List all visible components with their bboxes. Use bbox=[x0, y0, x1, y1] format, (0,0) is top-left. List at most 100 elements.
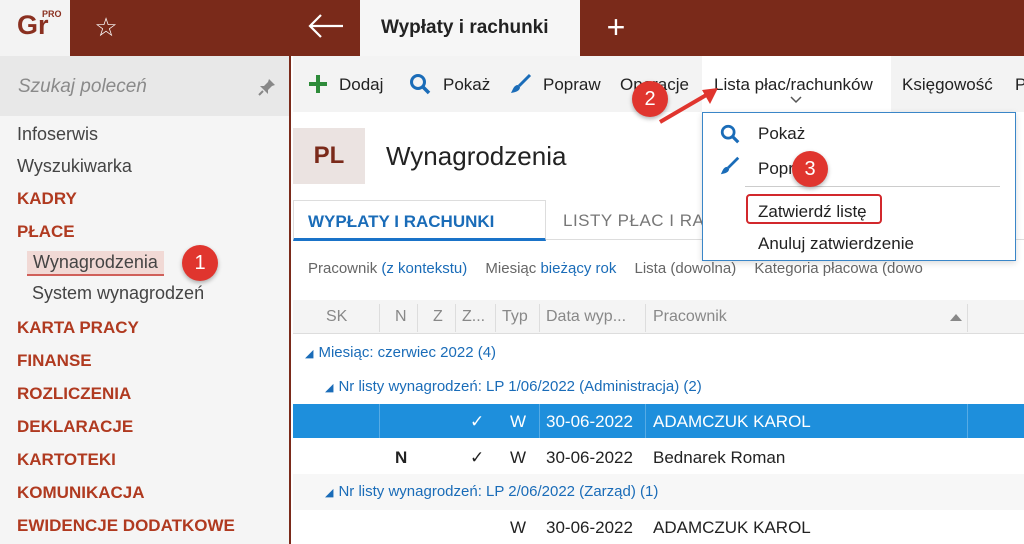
callout-step-1: 1 bbox=[182, 245, 218, 281]
cell-date: 30-06-2022 bbox=[546, 412, 633, 431]
column-data-wyplaty[interactable]: Data wyp... bbox=[546, 308, 626, 326]
cell-date: 30-06-2022 bbox=[546, 518, 633, 537]
column-separator bbox=[455, 304, 456, 332]
cell-z2: ✓ bbox=[470, 448, 485, 467]
tab-listy-plac[interactable]: LISTY PŁAC I RA bbox=[563, 211, 704, 231]
column-separator bbox=[417, 304, 418, 332]
sidebar-item-infoserwis[interactable]: Infoserwis bbox=[17, 124, 98, 145]
logo-badge: PRO bbox=[42, 9, 62, 19]
grid-header: SK N Z Z... Typ Data wyp... Pracownik bbox=[293, 300, 1024, 334]
column-separator bbox=[645, 304, 646, 332]
row-separator bbox=[539, 404, 540, 438]
collapse-triangle-icon[interactable]: ◢ bbox=[305, 348, 313, 360]
command-search[interactable]: Szukaj poleceń bbox=[0, 56, 289, 116]
column-separator bbox=[539, 304, 540, 332]
column-typ[interactable]: Typ bbox=[502, 308, 528, 326]
table-row[interactable]: ✓ W 30-06-2022 ADAMCZUK KAROL bbox=[293, 404, 1024, 438]
cell-typ: W bbox=[510, 518, 527, 537]
sidebar-item-deklaracje[interactable]: DEKLARACJE bbox=[17, 417, 133, 437]
sidebar-item-kartoteki[interactable]: KARTOTEKI bbox=[17, 450, 116, 470]
filter-month-value[interactable]: bieżący rok bbox=[540, 260, 616, 277]
filter-month-label: Miesiąc bbox=[485, 260, 537, 277]
payroll-list-dropdown: Pokaż Popraw Zatwierdź listę Anuluj zatw… bbox=[702, 112, 1016, 261]
module-badge: PL bbox=[293, 128, 365, 184]
table-row[interactable]: N ✓ W 30-06-2022 Bednarek Roman bbox=[293, 440, 1024, 474]
callout-step-2: 2 bbox=[632, 81, 668, 117]
sidebar-item-karta-pracy[interactable]: KARTA PRACY bbox=[17, 318, 139, 338]
column-separator bbox=[495, 304, 496, 332]
sidebar-item-rozliczenia[interactable]: ROZLICZENIA bbox=[17, 384, 131, 404]
search-placeholder: Szukaj poleceń bbox=[18, 76, 147, 97]
group-list-lp2[interactable]: ◢ Nr listy wynagrodzeń: LP 2/06/2022 (Zar… bbox=[325, 483, 658, 500]
search-icon bbox=[410, 74, 431, 95]
title-bar: Gr PRO ☆ Wypłaty i rachunki + bbox=[0, 0, 1024, 56]
accounting-menu[interactable]: Księgowość bbox=[902, 75, 993, 95]
menu-separator bbox=[745, 186, 1000, 187]
filter-employee-value[interactable]: (z kontekstu) bbox=[381, 260, 467, 277]
more-menu-partial[interactable]: P bbox=[1015, 75, 1024, 95]
column-separator bbox=[967, 304, 968, 332]
page-title: Wynagrodzenia bbox=[386, 141, 567, 171]
filter-employee-label: Pracownik bbox=[308, 260, 378, 277]
tab-wyplaty-i-rachunki-content[interactable]: WYPŁATY I RACHUNKI bbox=[293, 200, 546, 241]
cell-date: 30-06-2022 bbox=[546, 448, 633, 467]
filter-category-label: Kategoria płacowa bbox=[754, 260, 878, 277]
row-separator bbox=[645, 404, 646, 438]
favorite-star-icon[interactable]: ☆ bbox=[88, 9, 124, 45]
sidebar-item-komunikacja[interactable]: KOMUNIKACJA bbox=[17, 483, 145, 503]
sidebar-item-place[interactable]: PŁACE bbox=[17, 222, 75, 242]
payroll-list-label: Lista płac/rachunków bbox=[714, 75, 873, 94]
group-label: Nr listy wynagrodzeń: LP 2/06/2022 (Zarz… bbox=[338, 483, 659, 500]
column-z2[interactable]: Z... bbox=[462, 308, 485, 326]
sidebar-item-wyszukiwarka[interactable]: Wyszukiwarka bbox=[17, 156, 132, 177]
tab-label: Wypłaty i rachunki bbox=[381, 17, 549, 38]
cell-z2: ✓ bbox=[470, 412, 485, 431]
cell-employee: Bednarek Roman bbox=[653, 448, 786, 467]
column-pracownik[interactable]: Pracownik bbox=[653, 308, 727, 326]
sidebar-item-finanse[interactable]: FINANSE bbox=[17, 351, 92, 371]
edit-button[interactable]: Popraw bbox=[543, 75, 601, 95]
menu-item-show[interactable]: Pokaż bbox=[758, 124, 805, 144]
group-list-lp1[interactable]: ◢ Nr listy wynagrodzeń: LP 1/06/2022 (Adm… bbox=[325, 378, 702, 395]
tab-wyplaty-i-rachunki[interactable]: Wypłaty i rachunki bbox=[360, 0, 580, 56]
add-button[interactable]: Dodaj bbox=[339, 75, 383, 95]
brush-icon bbox=[720, 156, 740, 175]
sidebar-item-wynagrodzenia[interactable]: Wynagrodzenia bbox=[27, 251, 164, 276]
back-arrow-icon[interactable] bbox=[305, 8, 347, 44]
column-separator bbox=[379, 304, 380, 332]
show-button[interactable]: Pokaż bbox=[443, 75, 490, 95]
sidebar-item-ewidencje-dodatkowe[interactable]: EWIDENCJE DODATKOWE bbox=[17, 516, 235, 536]
pin-icon[interactable] bbox=[258, 78, 276, 96]
cell-typ: W bbox=[510, 448, 527, 467]
group-month[interactable]: ◢ Miesiąc: czerwiec 2022 (4) bbox=[305, 344, 496, 361]
callout-step-3: 3 bbox=[792, 151, 828, 187]
sidebar-item-system-wynagrodzen[interactable]: System wynagrodzeń bbox=[32, 283, 204, 304]
menu-item-approve-list[interactable]: Zatwierdź listę bbox=[758, 202, 867, 222]
plus-icon bbox=[309, 75, 327, 93]
column-sk[interactable]: SK bbox=[326, 308, 347, 326]
table-row[interactable]: W 30-06-2022 ADAMCZUK KAROL bbox=[293, 510, 1024, 544]
sidebar-item-kadry[interactable]: KADRY bbox=[17, 189, 77, 209]
filter-category-value[interactable]: (dowo bbox=[882, 260, 923, 277]
cell-n: N bbox=[395, 448, 408, 467]
column-n[interactable]: N bbox=[395, 308, 407, 326]
filter-bar: Pracownik (z kontekstu) Miesiąc bieżący … bbox=[308, 260, 923, 277]
column-z[interactable]: Z bbox=[433, 308, 443, 326]
group-label: Nr listy wynagrodzeń: LP 1/06/2022 (Admi… bbox=[338, 378, 702, 395]
new-tab-plus-icon[interactable]: + bbox=[598, 10, 634, 46]
group-label: Miesiąc: czerwiec 2022 (4) bbox=[318, 344, 497, 361]
sort-ascending-icon bbox=[950, 314, 962, 321]
filter-list-label: Lista bbox=[634, 260, 667, 277]
row-separator bbox=[967, 404, 968, 438]
filter-list-value[interactable]: (dowolna) bbox=[670, 260, 736, 277]
cell-employee: ADAMCZUK KAROL bbox=[653, 518, 811, 537]
menu-item-cancel-approval[interactable]: Anuluj zatwierdzenie bbox=[758, 234, 914, 254]
cell-typ: W bbox=[510, 412, 527, 431]
app-logo[interactable]: Gr PRO bbox=[0, 0, 70, 56]
cell-employee: ADAMCZUK KAROL bbox=[653, 412, 811, 431]
brush-icon bbox=[511, 73, 532, 93]
chevron-down-icon bbox=[790, 96, 802, 104]
collapse-triangle-icon[interactable]: ◢ bbox=[325, 382, 333, 394]
collapse-triangle-icon[interactable]: ◢ bbox=[325, 487, 333, 499]
payroll-list-menu[interactable]: Lista płac/rachunków bbox=[702, 56, 891, 112]
